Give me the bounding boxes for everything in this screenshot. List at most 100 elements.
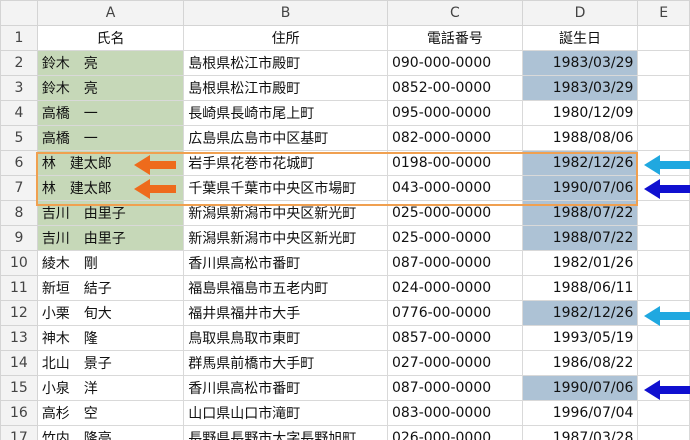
name-cell[interactable]: 北山 景子 bbox=[36, 350, 185, 376]
address-cell[interactable]: 千葉県千葉市中央区市場町 bbox=[183, 175, 388, 201]
row-header[interactable]: 17 bbox=[0, 425, 38, 440]
row-header[interactable]: 14 bbox=[0, 350, 38, 376]
empty-cell[interactable] bbox=[637, 300, 690, 326]
row-header[interactable]: 9 bbox=[0, 225, 38, 251]
phone-cell[interactable]: 025-000-0000 bbox=[386, 225, 523, 251]
phone-cell[interactable]: 082-000-0000 bbox=[386, 125, 523, 151]
column-header-b[interactable]: B bbox=[183, 0, 388, 26]
name-cell[interactable]: 綾木 剛 bbox=[36, 250, 185, 276]
birthday-cell[interactable]: 1986/08/22 bbox=[521, 350, 639, 376]
birthday-cell[interactable]: 1983/03/29 bbox=[521, 50, 639, 76]
empty-cell[interactable] bbox=[637, 250, 690, 276]
address-cell[interactable]: 新潟県新潟市中央区新光町 bbox=[183, 200, 388, 226]
row-header[interactable]: 10 bbox=[0, 250, 38, 276]
birthday-cell[interactable]: 1993/05/19 bbox=[521, 325, 639, 351]
row-header[interactable]: 1 bbox=[0, 25, 38, 51]
empty-cell[interactable] bbox=[637, 25, 690, 51]
address-cell[interactable]: 島根県松江市殿町 bbox=[183, 75, 388, 101]
empty-cell[interactable] bbox=[637, 275, 690, 301]
birthday-cell[interactable]: 1982/12/26 bbox=[521, 300, 639, 326]
phone-cell[interactable]: 024-000-0000 bbox=[386, 275, 523, 301]
birthday-cell[interactable]: 1982/01/26 bbox=[521, 250, 639, 276]
phone-cell[interactable]: 027-000-0000 bbox=[386, 350, 523, 376]
address-cell[interactable]: 長野県長野市大字長野旭町 bbox=[183, 425, 388, 440]
name-cell[interactable]: 竹内 隆亮 bbox=[36, 425, 185, 440]
address-cell[interactable]: 福島県福島市五老内町 bbox=[183, 275, 388, 301]
phone-cell[interactable]: 043-000-0000 bbox=[386, 175, 523, 201]
phone-cell[interactable]: 087-000-0000 bbox=[386, 250, 523, 276]
address-cell[interactable]: 新潟県新潟市中央区新光町 bbox=[183, 225, 388, 251]
address-cell[interactable]: 島根県松江市殿町 bbox=[183, 50, 388, 76]
phone-cell[interactable]: 0852-00-0000 bbox=[386, 75, 523, 101]
address-cell[interactable]: 香川県高松市番町 bbox=[183, 250, 388, 276]
name-cell[interactable]: 高杉 空 bbox=[36, 400, 185, 426]
name-cell[interactable]: 高橋 一 bbox=[36, 100, 185, 126]
column-header-d[interactable]: D bbox=[521, 0, 639, 26]
row-header[interactable]: 12 bbox=[0, 300, 38, 326]
row-header[interactable]: 5 bbox=[0, 125, 38, 151]
address-cell[interactable]: 広島県広島市中区基町 bbox=[183, 125, 388, 151]
name-cell[interactable]: 高橋 一 bbox=[36, 125, 185, 151]
empty-cell[interactable] bbox=[637, 100, 690, 126]
empty-cell[interactable] bbox=[637, 325, 690, 351]
empty-cell[interactable] bbox=[637, 50, 690, 76]
address-cell[interactable]: 岩手県花巻市花城町 bbox=[183, 150, 388, 176]
row-header[interactable]: 2 bbox=[0, 50, 38, 76]
name-cell[interactable]: 林 建太郎 bbox=[36, 175, 185, 201]
phone-cell[interactable]: 025-000-0000 bbox=[386, 200, 523, 226]
birthday-cell[interactable]: 1983/03/29 bbox=[521, 75, 639, 101]
empty-cell[interactable] bbox=[637, 200, 690, 226]
empty-cell[interactable] bbox=[637, 225, 690, 251]
name-cell[interactable]: 林 建太郎 bbox=[36, 150, 185, 176]
birthday-cell[interactable]: 1996/07/04 bbox=[521, 400, 639, 426]
row-header[interactable]: 3 bbox=[0, 75, 38, 101]
row-header[interactable]: 4 bbox=[0, 100, 38, 126]
empty-cell[interactable] bbox=[637, 125, 690, 151]
empty-cell[interactable] bbox=[637, 150, 690, 176]
birthday-cell[interactable]: 1982/12/26 bbox=[521, 150, 639, 176]
address-cell[interactable]: 山口県山口市滝町 bbox=[183, 400, 388, 426]
empty-cell[interactable] bbox=[637, 375, 690, 401]
select-all-corner[interactable] bbox=[0, 0, 38, 26]
birthday-cell[interactable]: 1990/07/06 bbox=[521, 175, 639, 201]
name-cell[interactable]: 小栗 旬大 bbox=[36, 300, 185, 326]
address-cell[interactable]: 香川県高松市番町 bbox=[183, 375, 388, 401]
birthday-cell[interactable]: 1987/03/28 bbox=[521, 425, 639, 440]
phone-cell[interactable]: 095-000-0000 bbox=[386, 100, 523, 126]
name-cell[interactable]: 吉川 由里子 bbox=[36, 200, 185, 226]
phone-cell[interactable]: 087-000-0000 bbox=[386, 375, 523, 401]
phone-cell[interactable]: 026-000-0000 bbox=[386, 425, 523, 440]
address-cell[interactable]: 群馬県前橋市大手町 bbox=[183, 350, 388, 376]
row-header[interactable]: 15 bbox=[0, 375, 38, 401]
empty-cell[interactable] bbox=[637, 175, 690, 201]
header-cell-birthday[interactable]: 誕生日 bbox=[521, 25, 639, 51]
phone-cell[interactable]: 0198-00-0000 bbox=[386, 150, 523, 176]
name-cell[interactable]: 新垣 結子 bbox=[36, 275, 185, 301]
phone-cell[interactable]: 0857-00-0000 bbox=[386, 325, 523, 351]
header-cell-address[interactable]: 住所 bbox=[183, 25, 388, 51]
name-cell[interactable]: 吉川 由里子 bbox=[36, 225, 185, 251]
row-header[interactable]: 8 bbox=[0, 200, 38, 226]
phone-cell[interactable]: 083-000-0000 bbox=[386, 400, 523, 426]
name-cell[interactable]: 小泉 洋 bbox=[36, 375, 185, 401]
name-cell[interactable]: 神木 隆 bbox=[36, 325, 185, 351]
empty-cell[interactable] bbox=[637, 425, 690, 440]
birthday-cell[interactable]: 1988/08/06 bbox=[521, 125, 639, 151]
column-header-a[interactable]: A bbox=[36, 0, 185, 26]
row-header[interactable]: 16 bbox=[0, 400, 38, 426]
birthday-cell[interactable]: 1990/07/06 bbox=[521, 375, 639, 401]
name-cell[interactable]: 鈴木 亮 bbox=[36, 50, 185, 76]
header-cell-name[interactable]: 氏名 bbox=[36, 25, 185, 51]
birthday-cell[interactable]: 1980/12/09 bbox=[521, 100, 639, 126]
phone-cell[interactable]: 0776-00-0000 bbox=[386, 300, 523, 326]
empty-cell[interactable] bbox=[637, 400, 690, 426]
empty-cell[interactable] bbox=[637, 75, 690, 101]
birthday-cell[interactable]: 1988/07/22 bbox=[521, 225, 639, 251]
row-header[interactable]: 13 bbox=[0, 325, 38, 351]
header-cell-phone[interactable]: 電話番号 bbox=[386, 25, 523, 51]
birthday-cell[interactable]: 1988/07/22 bbox=[521, 200, 639, 226]
column-header-c[interactable]: C bbox=[386, 0, 523, 26]
row-header[interactable]: 7 bbox=[0, 175, 38, 201]
address-cell[interactable]: 長崎県長崎市尾上町 bbox=[183, 100, 388, 126]
birthday-cell[interactable]: 1988/06/11 bbox=[521, 275, 639, 301]
